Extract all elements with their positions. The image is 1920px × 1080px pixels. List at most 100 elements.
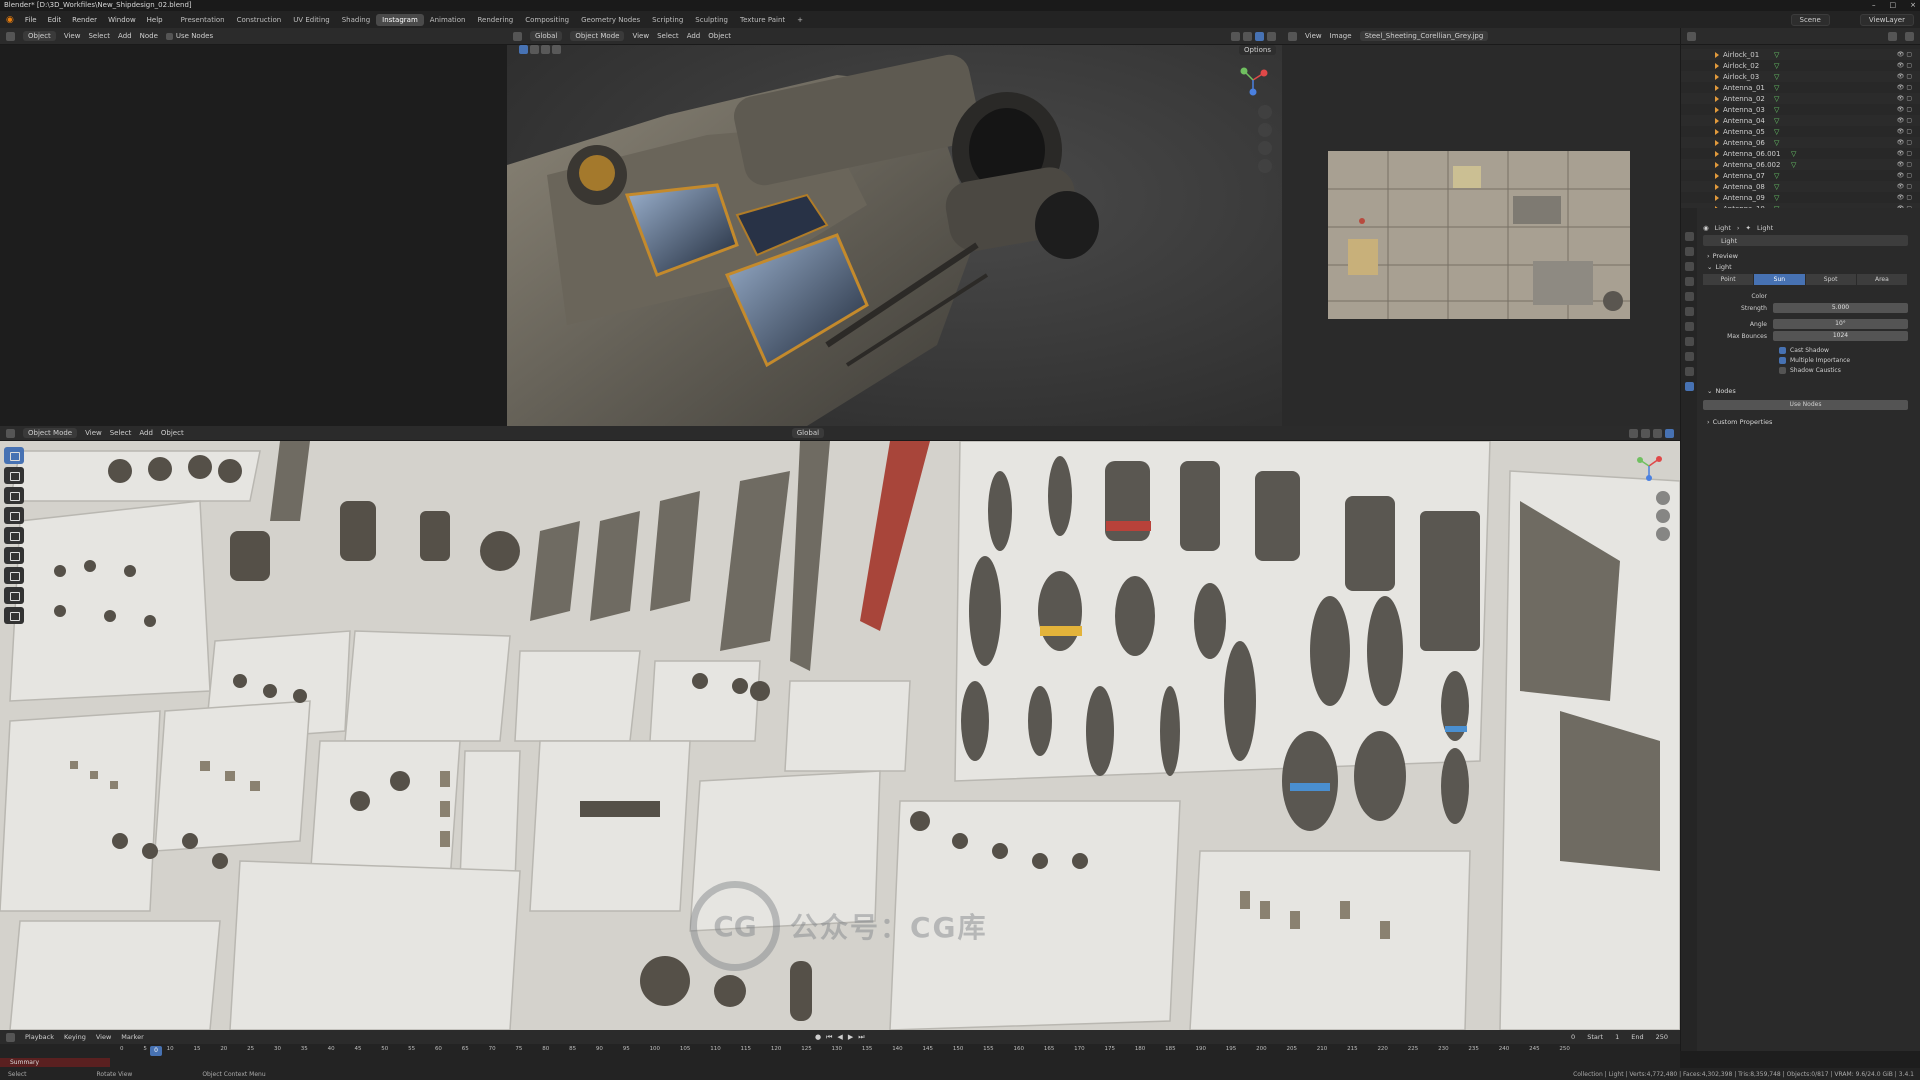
img-menu-image[interactable]: Image: [1330, 32, 1352, 40]
menu-help[interactable]: Help: [147, 16, 163, 24]
outliner-item[interactable]: Antenna_06 ▽ 👁 ▢: [1681, 137, 1920, 148]
tab-presentation[interactable]: Presentation: [175, 14, 231, 26]
image-editor[interactable]: [1282, 45, 1680, 426]
pan-hand-icon[interactable]: [1258, 123, 1272, 137]
select-box-icon[interactable]: [519, 45, 528, 54]
node-menu-select[interactable]: Select: [88, 32, 110, 40]
visibility-icons[interactable]: 👁 ▢: [1897, 128, 1912, 135]
vp-menu-add[interactable]: Add: [687, 32, 701, 40]
use-nodes-checkbox[interactable]: Use Nodes: [165, 32, 213, 40]
select-tool-icon[interactable]: [4, 447, 24, 464]
zoom-icon[interactable]: [1656, 491, 1670, 505]
menu-render[interactable]: Render: [72, 16, 97, 24]
editor-type-icon[interactable]: [6, 428, 15, 438]
visibility-icons[interactable]: 👁 ▢: [1897, 150, 1912, 157]
menu-file[interactable]: File: [25, 16, 37, 24]
add-cube-tool-icon[interactable]: [4, 607, 24, 624]
material-shading-icon[interactable]: [1255, 31, 1264, 41]
preview-panel-header[interactable]: › Preview: [1703, 250, 1916, 261]
physics-tab-icon[interactable]: [1684, 352, 1694, 361]
frame-ruler[interactable]: 0 5 10 15 20 25 30 35 40 45 50 55 60 65 70 75 80 85 90 95 10…: [120, 1046, 1570, 1056]
object-mode-dropdown[interactable]: Object Mode: [23, 428, 78, 438]
select-extend-icon[interactable]: [530, 45, 539, 54]
cast-shadow-checkbox[interactable]: Cast Shadow: [1703, 345, 1916, 355]
camera-view-icon[interactable]: [1258, 141, 1272, 155]
vp-menu-object[interactable]: Object: [708, 32, 731, 40]
measure-tool-icon[interactable]: [4, 587, 24, 604]
outliner-item[interactable]: Antenna_08 ▽ 👁 ▢: [1681, 181, 1920, 192]
tab-compositing[interactable]: Compositing: [519, 14, 575, 26]
solid-shading-icon[interactable]: [1243, 31, 1252, 41]
zoom-icon[interactable]: [1258, 105, 1272, 119]
search-icon[interactable]: [1888, 31, 1897, 41]
transform-orientation[interactable]: Global: [530, 31, 563, 41]
light-data-tab-icon[interactable]: [1684, 382, 1694, 391]
editor-type-icon[interactable]: [6, 1032, 15, 1042]
visibility-icons[interactable]: 👁 ▢: [1897, 194, 1912, 201]
select-invert-icon[interactable]: [552, 45, 561, 54]
rotate-tool-icon[interactable]: [4, 507, 24, 524]
top-viewport[interactable]: Options: [507, 45, 1282, 426]
tab-texture-paint[interactable]: Texture Paint: [734, 14, 791, 26]
max-bounces-input[interactable]: 1024: [1773, 331, 1908, 341]
view-layer-tab-icon[interactable]: [1684, 277, 1694, 286]
next-keyframe-icon[interactable]: ⏭: [858, 1033, 864, 1042]
outliner-item[interactable]: Antenna_01 ▽ 👁 ▢: [1681, 82, 1920, 93]
tool-tab-icon[interactable]: [1684, 232, 1694, 241]
outliner-item[interactable]: Antenna_09 ▽ 👁 ▢: [1681, 192, 1920, 203]
vp-menu-select[interactable]: Select: [110, 429, 132, 437]
view-layer-selector[interactable]: ViewLayer: [1859, 13, 1914, 26]
visibility-icons[interactable]: 👁 ▢: [1897, 172, 1912, 179]
outliner-item[interactable]: Antenna_06.002 ▽ 👁 ▢: [1681, 159, 1920, 170]
pan-hand-icon[interactable]: [1656, 509, 1670, 523]
visibility-icons[interactable]: 👁 ▢: [1897, 84, 1912, 91]
visibility-icons[interactable]: 👁 ▢: [1897, 95, 1912, 102]
transform-tool-icon[interactable]: [4, 547, 24, 564]
blender-logo-icon[interactable]: ◉: [6, 15, 14, 25]
scene-tab-icon[interactable]: [1684, 292, 1694, 301]
options-button[interactable]: Options: [1238, 45, 1276, 55]
outliner-type-icon[interactable]: [1687, 31, 1696, 41]
timeline-menu-playback[interactable]: Playback: [25, 1033, 54, 1041]
visibility-icons[interactable]: 👁 ▢: [1897, 106, 1912, 113]
timeline-menu-keying[interactable]: Keying: [64, 1033, 86, 1041]
timeline-menu-view[interactable]: View: [96, 1033, 111, 1041]
light-datablock-field[interactable]: Light: [1703, 235, 1908, 246]
visibility-icons[interactable]: 👁 ▢: [1897, 161, 1912, 168]
node-editor-canvas[interactable]: [0, 45, 507, 426]
start-frame-field[interactable]: 1: [1615, 1033, 1619, 1041]
tab-shading[interactable]: Shading: [336, 14, 376, 26]
shadow-caustics-checkbox[interactable]: Shadow Caustics: [1703, 365, 1916, 375]
vp-menu-select[interactable]: Select: [657, 32, 679, 40]
outliner-item[interactable]: Antenna_03 ▽ 👁 ▢: [1681, 104, 1920, 115]
outliner-item[interactable]: Airlock_03 ▽ 👁 ▢: [1681, 71, 1920, 82]
end-frame-field[interactable]: 250: [1656, 1033, 1668, 1041]
visibility-icons[interactable]: 👁 ▢: [1897, 117, 1912, 124]
record-icon[interactable]: ●: [815, 1033, 821, 1042]
bottom-viewport[interactable]: CG 公众号：CG库: [0, 441, 1680, 1030]
custom-properties-header[interactable]: › Custom Properties: [1703, 416, 1916, 427]
navigation-gizmo-icon[interactable]: [1634, 451, 1664, 481]
close-button[interactable]: ×: [1910, 0, 1916, 11]
menu-edit[interactable]: Edit: [48, 16, 62, 24]
outliner-item[interactable]: Antenna_02 ▽ 👁 ▢: [1681, 93, 1920, 104]
angle-input[interactable]: 10°: [1773, 319, 1908, 329]
editor-type-icon[interactable]: [6, 31, 15, 41]
camera-view-icon[interactable]: [1656, 527, 1670, 541]
light-type-spot[interactable]: Spot: [1805, 274, 1857, 285]
tab-sculpting[interactable]: Sculpting: [689, 14, 734, 26]
tab-scripting[interactable]: Scripting: [646, 14, 689, 26]
visibility-icons[interactable]: 👁 ▢: [1897, 73, 1912, 80]
node-menu-view[interactable]: View: [64, 32, 81, 40]
minimize-button[interactable]: –: [1872, 0, 1876, 11]
vp-menu-object[interactable]: Object: [161, 429, 184, 437]
node-editor-mode[interactable]: Object: [23, 31, 56, 41]
tab-instagram[interactable]: Instagram: [376, 13, 424, 26]
scale-tool-icon[interactable]: [4, 527, 24, 544]
cursor-tool-icon[interactable]: [4, 467, 24, 484]
visibility-icons[interactable]: 👁 ▢: [1897, 139, 1912, 146]
light-type-point[interactable]: Point: [1703, 274, 1755, 285]
object-mode-dropdown[interactable]: Object Mode: [570, 31, 625, 41]
rendered-shading-icon[interactable]: [1665, 428, 1674, 438]
playhead[interactable]: 0: [150, 1046, 162, 1056]
